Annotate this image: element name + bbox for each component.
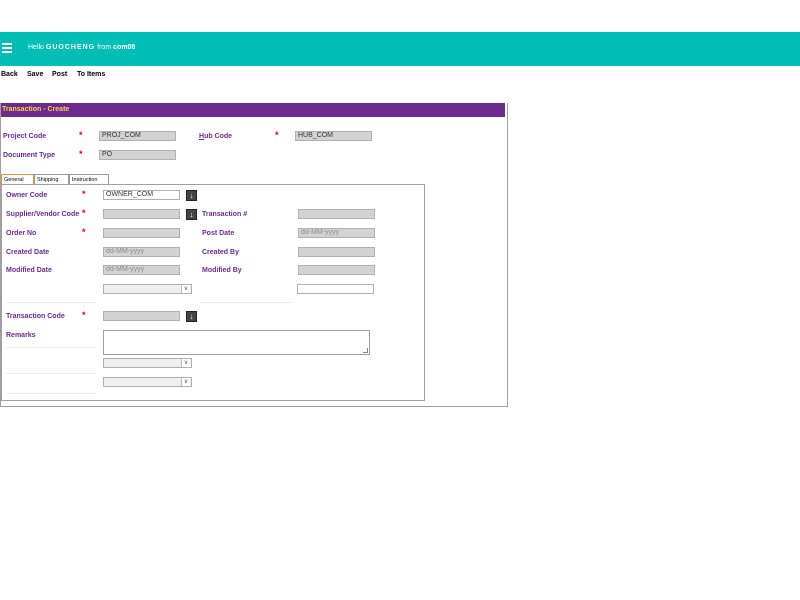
hub-code-label-rest: ub Code xyxy=(204,133,233,140)
post-date-label: Post Date xyxy=(202,230,235,237)
back-button[interactable]: Back xyxy=(1,71,18,78)
required-mark: * xyxy=(82,227,86,237)
transaction-code-field[interactable] xyxy=(103,311,180,321)
extra-dropdown-2[interactable]: ∨ xyxy=(103,377,192,387)
owner-code-label: Owner Code xyxy=(6,192,48,199)
required-mark: * xyxy=(79,149,83,159)
row-divider xyxy=(6,347,96,348)
owner-code-lookup-icon[interactable]: ↓ xyxy=(186,190,197,201)
order-no-field[interactable] xyxy=(103,228,180,238)
required-mark: * xyxy=(82,310,86,320)
supplier-vendor-code-field[interactable] xyxy=(103,209,180,219)
owner-code-field[interactable]: OWNER_COM xyxy=(103,190,180,200)
project-code-field[interactable]: PROJ_COM xyxy=(99,131,176,141)
unlabeled-field[interactable] xyxy=(297,284,374,294)
created-date-field[interactable]: dd-MM-yyyy xyxy=(103,247,180,257)
greeting-hello: Hello xyxy=(28,44,44,51)
transaction-code-lookup-icon[interactable]: ↓ xyxy=(186,311,197,322)
row-divider xyxy=(200,302,292,303)
supplier-lookup-icon[interactable]: ↓ xyxy=(186,209,197,220)
modified-by-label: Modified By xyxy=(202,267,242,274)
post-date-field[interactable]: dd-MM-yyyy xyxy=(298,228,375,238)
row-divider xyxy=(6,393,96,394)
hub-code-label: Hub Code xyxy=(199,133,232,140)
greeting-company: com08 xyxy=(113,44,136,51)
required-mark: * xyxy=(82,208,86,218)
created-by-label: Created By xyxy=(202,249,239,256)
to-items-button[interactable]: To Items xyxy=(77,71,105,78)
modified-date-label: Modified Date xyxy=(6,267,52,274)
top-bar: Hello GUOCHENG from com08 xyxy=(0,32,800,66)
chevron-down-icon: ∨ xyxy=(181,378,190,386)
row-divider xyxy=(6,373,96,374)
save-button[interactable]: Save xyxy=(27,71,43,78)
panel-title: Transaction - Create xyxy=(1,103,505,117)
greeting-user: GUOCHENG xyxy=(45,44,96,51)
transaction-number-label: Transaction # xyxy=(202,211,248,218)
created-by-field[interactable] xyxy=(298,247,375,257)
transaction-code-label: Transaction Code xyxy=(6,313,65,320)
project-code-label: Project Code xyxy=(3,133,47,140)
transaction-number-field[interactable] xyxy=(298,209,375,219)
chevron-down-icon: ∨ xyxy=(181,359,190,367)
required-mark: * xyxy=(82,189,86,199)
post-button[interactable]: Post xyxy=(52,71,67,78)
created-date-label: Created Date xyxy=(6,249,50,256)
required-mark: * xyxy=(79,130,83,140)
modified-by-field[interactable] xyxy=(298,265,375,275)
document-type-field[interactable]: PO xyxy=(99,150,176,160)
order-no-label: Order No xyxy=(6,230,37,237)
hamburger-menu-icon[interactable] xyxy=(2,43,12,54)
row-divider xyxy=(6,302,96,303)
remarks-textarea[interactable] xyxy=(103,330,370,355)
required-mark: * xyxy=(275,130,279,140)
greeting-text: Hello GUOCHENG from com08 xyxy=(28,44,135,51)
resize-grip-icon[interactable] xyxy=(363,348,368,353)
extra-dropdown-1[interactable]: ∨ xyxy=(103,358,192,368)
chevron-down-icon: ∨ xyxy=(181,285,190,293)
unlabeled-dropdown[interactable]: ∨ xyxy=(103,284,192,294)
remarks-label: Remarks xyxy=(6,332,36,339)
modified-date-field[interactable]: dd-MM-yyyy xyxy=(103,265,180,275)
hub-code-field[interactable]: HUB_COM xyxy=(295,131,372,141)
supplier-vendor-code-label: Supplier/Vendor Code xyxy=(6,211,80,218)
document-type-label: Document Type xyxy=(3,152,55,159)
greeting-from: from xyxy=(97,44,112,51)
